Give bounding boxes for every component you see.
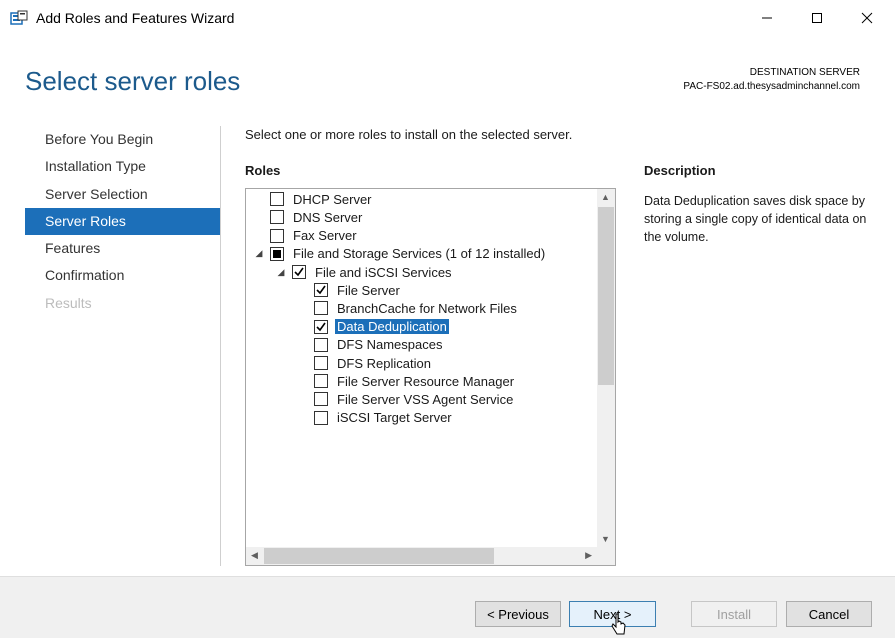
close-button[interactable] — [842, 0, 892, 36]
maximize-button[interactable] — [792, 0, 842, 36]
role-checkbox[interactable] — [314, 356, 328, 370]
role-row[interactable]: File Server — [314, 281, 400, 299]
minimize-button[interactable] — [742, 0, 792, 36]
nav-item-server-roles[interactable]: Server Roles — [25, 207, 220, 236]
nav-item-installation-type[interactable]: Installation Type — [25, 153, 220, 180]
nav-divider — [220, 126, 221, 566]
role-label: DFS Namespaces — [337, 337, 443, 353]
description-label: Description — [644, 163, 716, 178]
role-row[interactable]: ◢ File and Storage Services (1 of 12 inst… — [256, 245, 546, 263]
cancel-button[interactable]: Cancel — [786, 601, 872, 627]
previous-button[interactable]: < Previous — [475, 601, 561, 627]
role-label: BranchCache for Network Files — [337, 300, 517, 316]
title-bar: Add Roles and Features Wizard — [0, 0, 895, 36]
role-row[interactable]: iSCSI Target Server — [314, 409, 452, 427]
role-checkbox[interactable] — [292, 265, 306, 279]
nav-item-before-you-begin[interactable]: Before You Begin — [25, 126, 220, 153]
role-row[interactable]: DFS Namespaces — [314, 336, 442, 354]
maximize-icon — [812, 13, 822, 23]
role-checkbox[interactable] — [270, 210, 284, 225]
scroll-down-icon[interactable]: ▼ — [601, 534, 610, 544]
destination-server-name: PAC-FS02.ad.thesysadminchannel.com — [683, 81, 860, 92]
minimize-icon — [762, 17, 772, 19]
role-label: File Server Resource Manager — [337, 373, 515, 389]
role-row[interactable]: File Server VSS Agent Service — [314, 390, 513, 408]
role-checkbox[interactable] — [314, 337, 328, 352]
server-manager-icon — [10, 10, 28, 25]
role-label: Data Deduplication — [335, 319, 449, 335]
role-label: Device Health Attestation — [293, 188, 438, 189]
mouse-cursor-icon — [611, 613, 626, 635]
role-checkbox[interactable] — [314, 410, 328, 425]
role-row[interactable]: DNS Server — [270, 208, 362, 226]
roles-tree[interactable]: Active Directory Certificate ServicesAct… — [245, 188, 616, 566]
role-label: File and Storage Services (1 of 12 insta… — [293, 246, 546, 262]
role-label: Fax Server — [293, 228, 357, 244]
nav-item-server-selection[interactable]: Server Selection — [25, 181, 220, 208]
install-button: Install — [691, 601, 777, 627]
role-label: iSCSI Target Server — [337, 410, 452, 426]
wizard-nav: Before You Begin Installation Type Serve… — [25, 126, 220, 317]
scroll-corner — [597, 547, 615, 565]
roles-label: Roles — [245, 163, 281, 178]
role-checkbox[interactable] — [314, 392, 328, 407]
role-label: DFS Replication — [337, 355, 431, 371]
horizontal-scroll-thumb[interactable] — [264, 548, 494, 564]
close-icon — [861, 12, 873, 24]
role-row[interactable]: Data Deduplication — [314, 318, 449, 336]
scroll-up-icon[interactable]: ▲ — [601, 192, 610, 202]
expand-arrow-icon[interactable]: ◢ — [254, 248, 264, 259]
destination-server-info: DESTINATION SERVER PAC-FS02.ad.thesysadm… — [683, 66, 860, 94]
role-checkbox[interactable] — [314, 374, 328, 389]
role-row[interactable]: DFS Replication — [314, 354, 431, 372]
wizard-footer: < Previous Next > Install Cancel — [0, 576, 895, 638]
scroll-left-icon[interactable]: ◀ — [251, 550, 258, 561]
horizontal-scrollbar[interactable]: ◀ ▶ — [246, 547, 597, 565]
page-title: Select server roles — [25, 66, 241, 96]
role-checkbox[interactable] — [314, 319, 328, 334]
wizard-content: Select server roles DESTINATION SERVER P… — [1, 36, 894, 576]
role-checkbox[interactable] — [314, 283, 328, 298]
role-label: File Server — [337, 282, 400, 298]
role-checkbox[interactable] — [270, 192, 284, 207]
role-label: DHCP Server — [293, 191, 372, 207]
intro-text: Select one or more roles to install on t… — [245, 127, 573, 142]
nav-item-results: Results — [45, 294, 92, 311]
role-checkbox[interactable] — [314, 301, 328, 316]
role-label: File Server VSS Agent Service — [337, 391, 514, 407]
role-checkbox[interactable] — [270, 228, 284, 243]
nav-item-features[interactable]: Features — [25, 235, 220, 262]
destination-label: DESTINATION SERVER — [749, 67, 860, 78]
role-checkbox[interactable] — [270, 246, 284, 261]
role-row[interactable]: ◢ File and iSCSI Services — [278, 263, 452, 281]
scroll-right-icon[interactable]: ▶ — [585, 550, 592, 561]
role-row[interactable]: BranchCache for Network Files — [314, 299, 517, 317]
role-label: File and iSCSI Services — [315, 264, 452, 280]
role-row[interactable]: Fax Server — [270, 227, 357, 245]
role-row[interactable]: File Server Resource Manager — [314, 372, 514, 390]
description-text: Data Deduplication saves disk space by s… — [644, 194, 867, 244]
vertical-scroll-thumb[interactable] — [598, 207, 614, 385]
window-title: Add Roles and Features Wizard — [36, 10, 235, 26]
role-label: DNS Server — [293, 209, 363, 225]
nav-item-confirmation[interactable]: Confirmation — [25, 262, 220, 289]
role-row[interactable]: DHCP Server — [270, 190, 372, 208]
expand-arrow-icon[interactable]: ◢ — [276, 267, 286, 277]
vertical-scrollbar[interactable]: ▲ ▼ — [597, 189, 615, 547]
